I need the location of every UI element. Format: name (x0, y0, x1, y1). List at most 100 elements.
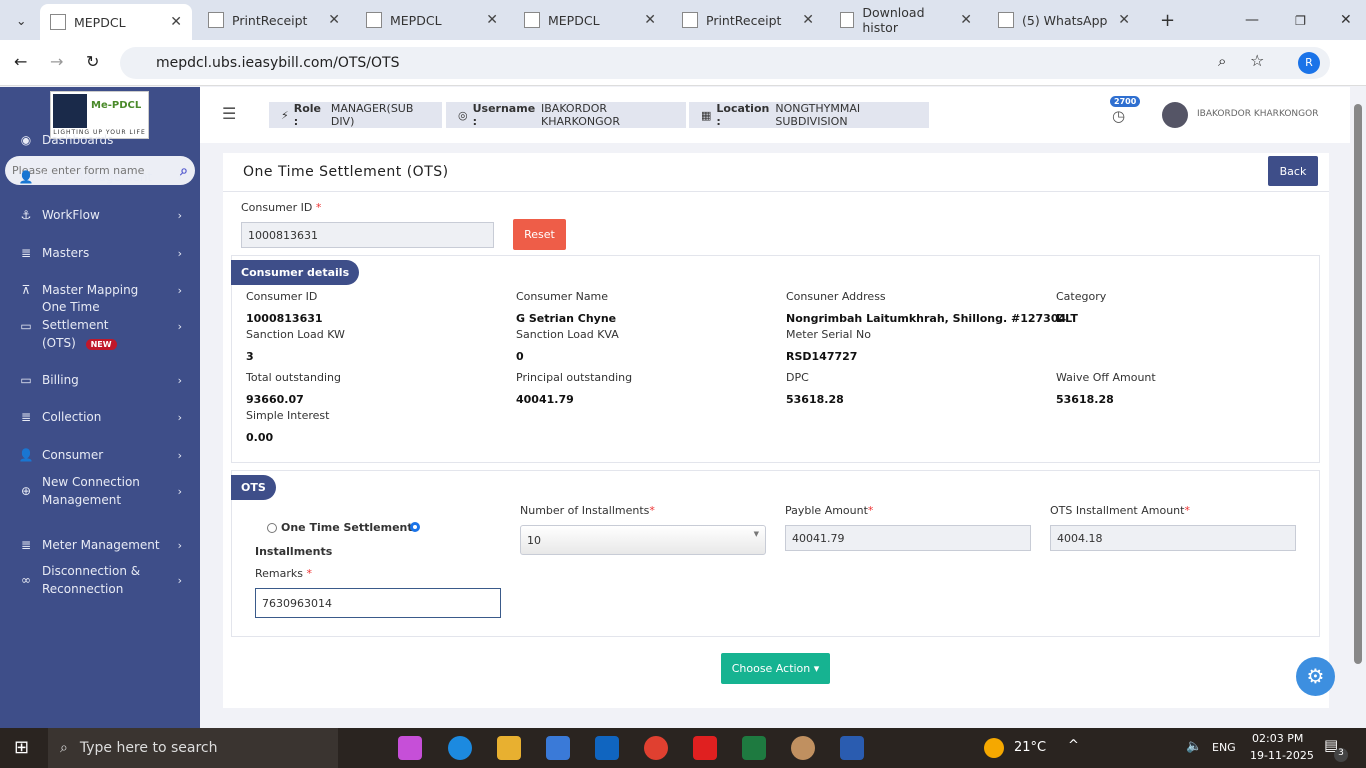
payable-amount-input[interactable]: 40041.79 (785, 525, 1031, 551)
volume-icon[interactable]: 🔈 (1186, 739, 1202, 754)
field-value: 1000813631 (246, 312, 323, 325)
bookmark-star-icon[interactable]: ☆ (1250, 51, 1264, 70)
sidebar-item[interactable]: ⊕ New Connection Management › (0, 473, 200, 509)
weather-sun-icon[interactable] (984, 738, 1004, 758)
youtube-icon[interactable] (693, 736, 717, 760)
sidebar-item[interactable]: ▭ One Time Settlement (OTS) NEW › (0, 300, 200, 350)
zoom-icon[interactable]: ⌕ (1218, 52, 1226, 70)
close-tab-icon[interactable]: ✕ (486, 12, 498, 28)
weather-temp[interactable]: 21°C (1014, 740, 1046, 755)
top-header: ☰ ⚡ Role : MANAGER(SUB DIV) ◎ Username : IBA… (200, 87, 1350, 143)
clock-time[interactable]: 02:03 PM (1252, 732, 1303, 745)
page-scrollbar[interactable] (1354, 104, 1362, 664)
browser-tab[interactable]: MEPDCL ✕ (356, 6, 508, 34)
word-icon[interactable] (840, 736, 864, 760)
sidebar-item[interactable]: ≣ Collection › (0, 407, 200, 427)
browser-tab[interactable]: (5) WhatsApp ✕ (988, 6, 1140, 34)
favicon-icon (50, 14, 66, 30)
sidebar-item[interactable]: ⚓ WorkFlow › (0, 205, 200, 225)
browser-tab[interactable]: Download histor ✕ (830, 5, 982, 35)
close-tab-icon[interactable]: ✕ (644, 12, 656, 28)
close-tab-icon[interactable]: ✕ (170, 14, 182, 30)
user-avatar[interactable] (1162, 102, 1188, 128)
field-label: Simple Interest (246, 409, 330, 422)
back-arrow-icon[interactable]: ← (14, 52, 27, 71)
field-label: Consuner Address (786, 290, 886, 303)
remarks-input[interactable]: 7630963014 (255, 588, 501, 618)
store-icon[interactable] (546, 736, 570, 760)
sidebar-item[interactable]: 👤 Consumer › (0, 445, 200, 465)
sidebar-item[interactable]: ◉ Dashboards (0, 130, 200, 150)
chevron-right-icon: › (177, 283, 182, 297)
browser-tab[interactable]: MEPDCL ✕ (40, 4, 192, 40)
sidebar-item[interactable]: ≣ Meter Management › (0, 535, 200, 555)
settings-gear-button[interactable]: ⚙ (1296, 657, 1335, 696)
reload-icon[interactable]: ↻ (86, 52, 99, 71)
field-label: Waive Off Amount (1056, 371, 1156, 384)
num-installments-label: Number of Installments* (520, 504, 655, 517)
new-tab-button[interactable]: + (1150, 6, 1185, 34)
url-input[interactable]: mepdcl.ubs.ieasybill.com/OTS/OTS (120, 47, 1330, 79)
chrome-icon[interactable] (644, 736, 668, 760)
field-value: 93660.07 (246, 393, 304, 406)
field-value: DLT (1056, 312, 1078, 325)
clock-date[interactable]: 19-11-2025 (1250, 749, 1314, 762)
sidebar-item[interactable]: ▭ Billing › (0, 370, 200, 390)
excel-icon[interactable] (742, 736, 766, 760)
language-indicator[interactable]: ENG (1212, 741, 1236, 754)
close-tab-icon[interactable]: ✕ (802, 12, 814, 28)
tab-list-button[interactable]: ⌄ (6, 6, 34, 34)
profile-avatar[interactable]: R (1298, 52, 1320, 74)
outlook-icon[interactable] (595, 736, 619, 760)
radio-installments[interactable] (410, 522, 420, 532)
field-label: Meter Serial No (786, 328, 871, 341)
windows-start-icon[interactable]: ⊞ (14, 737, 29, 758)
consumer-details-section: Consumer ID 1000813631 Consumer Name G Setr… (231, 255, 1320, 463)
sidebar-item[interactable]: ≣ Masters › (0, 243, 200, 263)
favicon-icon (840, 12, 855, 28)
close-tab-icon[interactable]: ✕ (1118, 12, 1130, 28)
close-tab-icon[interactable]: ✕ (328, 12, 340, 28)
minimize-button[interactable]: — (1235, 6, 1269, 34)
close-window-button[interactable]: ✕ (1330, 6, 1362, 34)
ots-page-card: One Time Settlement (OTS) Back Consumer … (223, 153, 1329, 708)
edge-icon[interactable] (448, 736, 472, 760)
consumer-details-header: Consumer details (231, 260, 360, 285)
close-tab-icon[interactable]: ✕ (960, 12, 972, 28)
ots-radio-option[interactable]: One Time Settlement (267, 521, 413, 534)
forward-arrow-icon[interactable]: → (50, 52, 63, 71)
back-button[interactable]: Back (1268, 156, 1318, 186)
sidebar-item[interactable]: ⊼ Master Mapping › (0, 280, 200, 300)
paint-icon[interactable] (791, 736, 815, 760)
maximize-button[interactable]: ❐ (1285, 6, 1316, 34)
browser-tab[interactable]: PrintReceipt ✕ (198, 6, 350, 34)
user-name[interactable]: IBAKORDOR KHARKONGOR (1197, 109, 1318, 119)
chevron-right-icon: › (177, 208, 182, 222)
plus-circle-icon: ⊕ (20, 484, 32, 498)
file-explorer-icon[interactable] (497, 736, 521, 760)
windows-taskbar: ⊞ ⌕ Type here to search 21°C ^ 🔈 ENG 02:0… (0, 728, 1366, 768)
role-chip: ⚡ Role : MANAGER(SUB DIV) (269, 102, 442, 128)
choose-action-button[interactable]: Choose Action ▾ (721, 653, 830, 684)
browser-tab[interactable]: MEPDCL ✕ (514, 6, 666, 34)
installment-amount-input[interactable]: 4004.18 (1050, 525, 1296, 551)
reset-button[interactable]: Reset (513, 219, 566, 250)
user-icon: 👤 (18, 448, 34, 462)
favicon-icon (366, 12, 382, 28)
page-title: One Time Settlement (OTS) (243, 164, 449, 180)
field-value: Nongrimbah Laitumkhrah, Shillong. #12730… (786, 312, 1067, 325)
favicon-icon (682, 12, 698, 28)
clock-notification-icon[interactable]: ◷ (1112, 107, 1125, 125)
copilot-icon[interactable] (398, 736, 422, 760)
sidebar-item[interactable]: ∞ Disconnection & Reconnection › (0, 562, 200, 598)
consumer-id-input[interactable]: 1000813631 (241, 222, 494, 248)
taskbar-search[interactable]: ⌕ Type here to search (48, 728, 338, 768)
num-installments-select[interactable]: 10 ▼ (520, 525, 766, 555)
browser-tab[interactable]: PrintReceipt ✕ (672, 6, 824, 34)
anchor-icon: ⚓ (20, 208, 32, 222)
tray-chevron-icon[interactable]: ^ (1068, 738, 1079, 753)
radio-ots[interactable] (267, 522, 277, 533)
sidebar-item[interactable]: 👤 User Management › (0, 167, 200, 187)
hamburger-menu-icon[interactable]: ☰ (222, 104, 236, 123)
field-value: RSD147727 (786, 350, 858, 363)
